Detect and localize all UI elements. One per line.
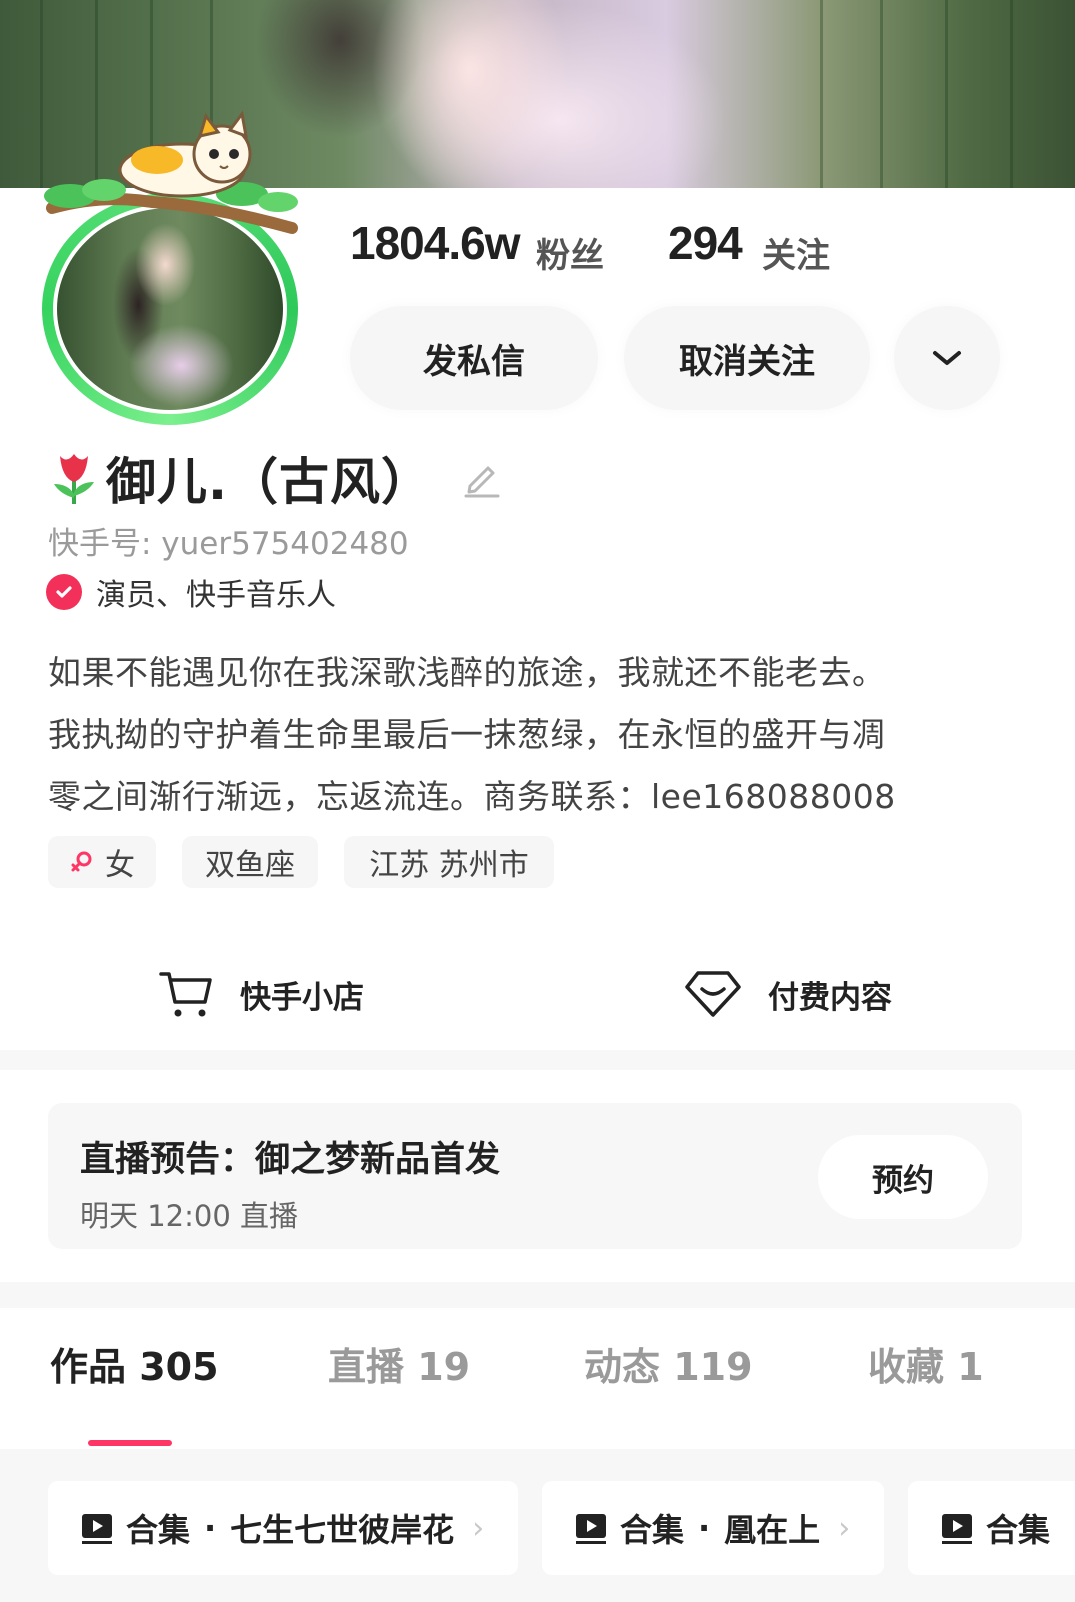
kuaishou-store-entry[interactable]: 快手小店 — [158, 962, 364, 1026]
collection-title: 七生七世彼岸花 — [230, 1511, 455, 1549]
tab-moments[interactable]: 动态 119 — [584, 1336, 753, 1391]
bio-line: 我执拗的守护着生命里最后一抹葱绿，在永恒的盛开与凋 — [48, 715, 886, 754]
followers-label[interactable]: 粉丝 — [536, 228, 604, 277]
live-notice-time: 明天 12:00 直播 — [80, 1199, 299, 1233]
diamond-icon — [685, 971, 741, 1017]
reserve-button[interactable]: 预约 — [818, 1135, 988, 1219]
bio-line: 如果不能遇见你在我深歌浅醉的旅途，我就还不能老去。 — [48, 653, 886, 692]
message-button[interactable]: 发私信 — [350, 306, 598, 410]
unfollow-button[interactable]: 取消关注 — [624, 306, 870, 410]
zodiac-tag: 双鱼座 — [182, 836, 318, 888]
collection-card[interactable]: 合集 · 七生七世彼岸花 › — [48, 1481, 518, 1575]
collections-strip: 合集 · 七生七世彼岸花 › 合集 · 凰在上 › 合集 — [0, 1449, 1075, 1602]
more-button[interactable] — [894, 306, 1000, 410]
collection-title: 凰在上 — [724, 1511, 821, 1549]
chevron-down-icon — [933, 351, 961, 365]
tab-works[interactable]: 作品 305 — [50, 1336, 219, 1391]
cart-icon — [159, 972, 212, 1017]
section-divider — [0, 1050, 1075, 1070]
cat-on-branch-decoration — [44, 110, 298, 234]
following-count[interactable]: 294 — [668, 216, 743, 270]
following-label[interactable]: 关注 — [762, 228, 830, 277]
play-icon — [942, 1514, 972, 1544]
live-notice-title: 直播预告：御之梦新品首发 — [80, 1140, 501, 1180]
paid-content-label: 付费内容 — [768, 979, 892, 1016]
verification-text: 演员、快手音乐人 — [96, 578, 336, 613]
play-icon — [82, 1514, 112, 1544]
verified-check-icon — [46, 574, 82, 610]
tab-live[interactable]: 直播 19 — [328, 1336, 470, 1391]
store-label: 快手小店 — [240, 979, 364, 1016]
kuaishou-id[interactable]: 快手号: yuer575402480 — [48, 518, 409, 563]
profile-name-row: 御儿.（古风） — [48, 448, 504, 511]
bio-line: 零之间渐行渐远，忘返流连。商务联系：lee168088008 — [48, 777, 896, 816]
location-tag: 江苏 苏州市 — [344, 836, 554, 888]
collection-card[interactable]: 合集 — [908, 1481, 1075, 1575]
profile-name: 御儿.（古风） — [106, 453, 432, 511]
collection-type: 合集 — [620, 1511, 685, 1549]
tulip-icon — [54, 454, 94, 504]
avatar[interactable] — [42, 110, 298, 425]
female-icon — [71, 851, 92, 872]
followers-count[interactable]: 1804.6w — [350, 216, 520, 270]
collection-type: 合集 — [126, 1511, 191, 1549]
collection-card[interactable]: 合集 · 凰在上 › — [542, 1481, 884, 1575]
play-icon — [576, 1514, 606, 1544]
live-notice-card[interactable]: 直播预告：御之梦新品首发 明天 12:00 直播 预约 — [48, 1103, 1022, 1249]
tab-favorites[interactable]: 收藏 1 — [868, 1336, 984, 1391]
paid-content-entry[interactable]: 付费内容 — [684, 962, 892, 1026]
collection-type: 合集 — [986, 1511, 1051, 1549]
section-divider — [0, 1282, 1075, 1308]
chevron-right-icon: › — [472, 1510, 485, 1546]
verification-row: 演员、快手音乐人 — [46, 570, 336, 614]
gender-tag: 女 — [48, 836, 156, 888]
profile-bio: 如果不能遇见你在我深歌浅醉的旅途，我就还不能老去。 我执拗的守护着生命里最后一抹… — [48, 642, 1028, 828]
chevron-right-icon: › — [838, 1510, 851, 1546]
active-tab-indicator — [88, 1440, 172, 1446]
gender-label: 女 — [105, 848, 135, 883]
edit-icon[interactable] — [460, 456, 504, 500]
